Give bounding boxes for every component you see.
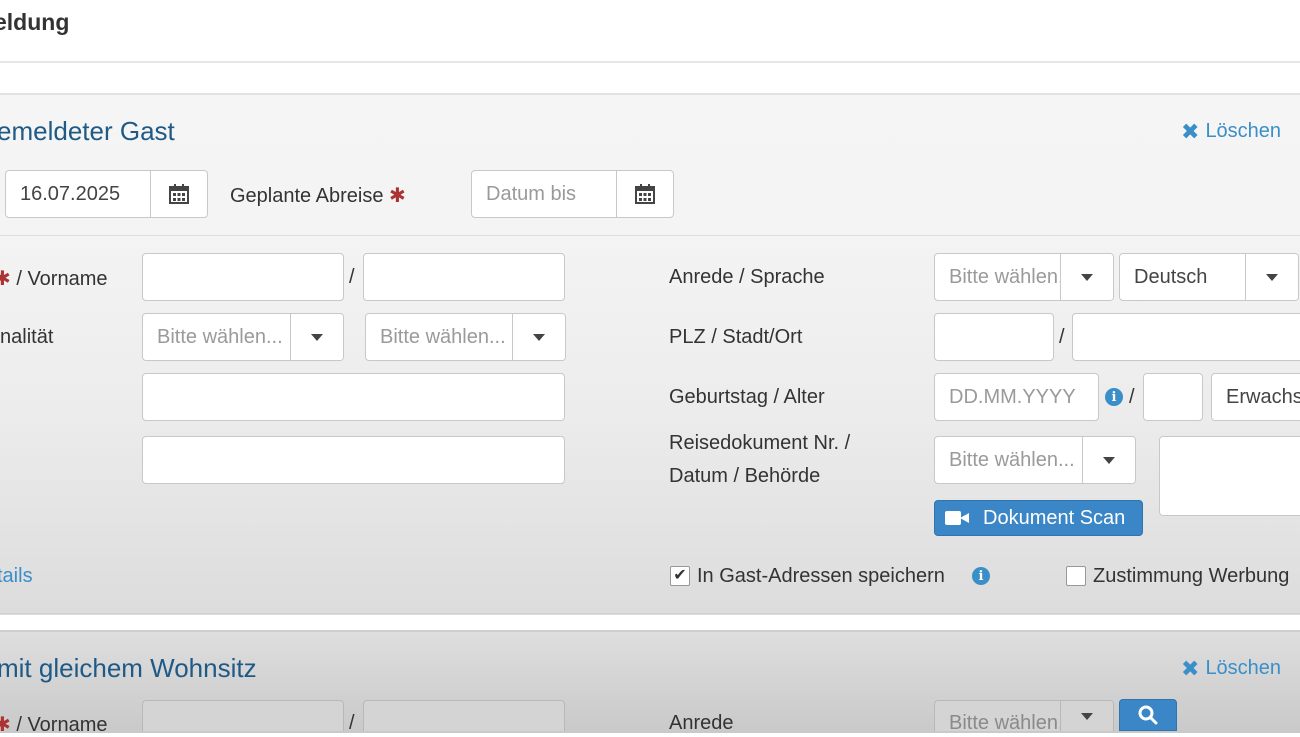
separator-slash: /	[349, 266, 355, 288]
info-icon[interactable]: i	[1105, 388, 1123, 406]
travel-document-label-line2: Datum / Behörde	[669, 465, 821, 487]
language-select[interactable]: Deutsch	[1119, 253, 1299, 301]
companion-salutation-select[interactable]: Bitte wählen...	[934, 700, 1114, 731]
nationality-select-1[interactable]: Bitte wählen...	[142, 313, 344, 361]
info-icon[interactable]: i	[972, 567, 990, 585]
address-line-2-input[interactable]	[142, 436, 565, 484]
departure-calendar-button[interactable]	[616, 170, 674, 218]
save-address-checkbox[interactable]: ✔	[670, 566, 690, 586]
salutation-select[interactable]: Bitte wählen...	[934, 253, 1114, 301]
companion-salutation-label: Anrede	[669, 712, 734, 734]
video-camera-icon	[945, 511, 969, 525]
calendar-icon	[169, 184, 189, 204]
zip-city-label: PLZ / Stadt/Ort	[669, 326, 803, 348]
address-line-1-input[interactable]	[142, 373, 565, 421]
guest-section-title: emeldeter Gast	[0, 116, 175, 146]
arrival-date-input[interactable]: 16.07.2025	[5, 170, 152, 218]
name-label: ✱ / Vorname	[0, 714, 108, 736]
consent-checkbox[interactable]	[1066, 566, 1086, 586]
chevron-down-icon	[1060, 254, 1113, 300]
planned-departure-label: Geplante Abreise ✱	[230, 185, 406, 207]
same-residence-section-title: mit gleichem Wohnsitz	[0, 653, 257, 683]
consent-label: Zustimmung Werbung	[1093, 565, 1290, 587]
document-scan-button[interactable]: Dokument Scan	[934, 500, 1143, 536]
travel-document-label-line1: Reisedokument Nr. /	[669, 432, 851, 454]
save-address-label: In Gast-Adressen speichern	[697, 565, 945, 587]
search-icon	[1138, 705, 1158, 725]
chevron-down-icon	[1082, 437, 1135, 483]
page-title: eldung	[0, 9, 70, 35]
header-divider	[0, 61, 1300, 63]
name-label: ✱ / Vorname	[0, 268, 108, 290]
last-name-input[interactable]	[142, 253, 344, 301]
guest-delete-link[interactable]: ✖ Löschen	[1181, 120, 1281, 143]
companion-search-button[interactable]	[1119, 699, 1177, 731]
nationality-label: nalität	[0, 326, 54, 348]
section-divider	[0, 235, 1300, 236]
required-mark: ✱	[389, 185, 406, 207]
panel-divider	[0, 613, 1300, 614]
age-category-select[interactable]: Erwachsen	[1211, 373, 1300, 421]
close-icon: ✖	[1181, 655, 1200, 681]
travel-document-select[interactable]: Bitte wählen...	[934, 436, 1136, 484]
nationality-select-2[interactable]: Bitte wählen...	[365, 313, 566, 361]
chevron-down-icon	[290, 314, 343, 360]
birthday-input[interactable]: DD.MM.YYYY	[934, 373, 1099, 421]
chevron-down-icon	[512, 314, 565, 360]
chevron-down-icon	[1245, 254, 1298, 300]
arrival-calendar-button[interactable]	[150, 170, 208, 218]
birthday-age-label: Geburtstag / Alter	[669, 386, 825, 408]
separator-slash: /	[1059, 326, 1065, 348]
same-residence-delete-link[interactable]: ✖ Löschen	[1181, 657, 1281, 680]
separator-slash: /	[1129, 386, 1135, 408]
close-icon: ✖	[1181, 118, 1200, 144]
calendar-icon	[635, 184, 655, 204]
separator-slash: /	[349, 712, 355, 734]
companion-last-name-input[interactable]	[142, 700, 344, 731]
zip-input[interactable]	[934, 313, 1054, 361]
departure-date-input[interactable]: Datum bis	[471, 170, 618, 218]
chevron-down-icon	[1060, 701, 1113, 731]
companion-first-name-input[interactable]	[363, 700, 565, 731]
travel-document-number-input[interactable]	[1159, 436, 1300, 516]
first-name-input[interactable]	[363, 253, 565, 301]
age-input[interactable]	[1143, 373, 1203, 421]
city-input[interactable]	[1072, 313, 1300, 361]
salutation-language-label: Anrede / Sprache	[669, 266, 825, 288]
details-link[interactable]: tails	[0, 565, 33, 588]
